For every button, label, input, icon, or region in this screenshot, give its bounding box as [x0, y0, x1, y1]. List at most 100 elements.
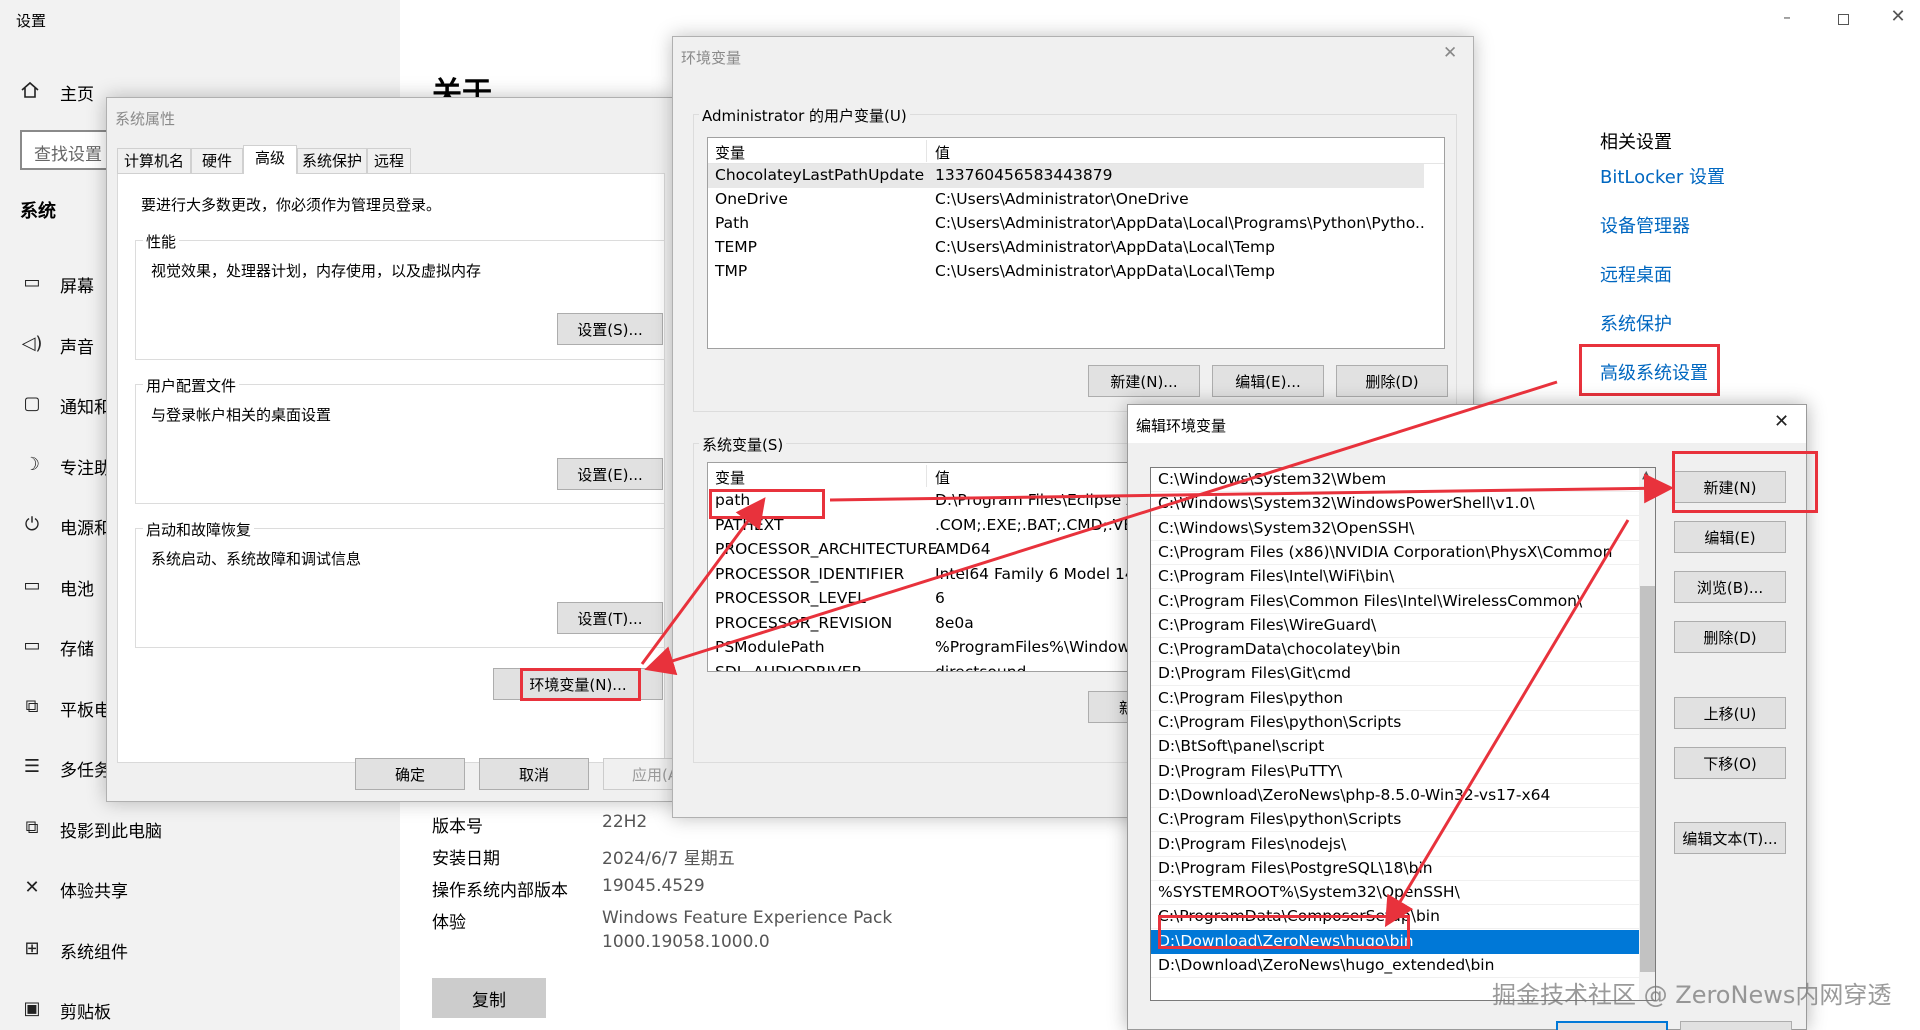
user-new-button[interactable]: 新建(N)... — [1088, 365, 1200, 397]
scroll-up-icon[interactable]: ▲ — [1642, 468, 1650, 481]
tab-0[interactable]: 计算机名 — [117, 148, 191, 174]
path-entry: C:\Program Files\python\Scripts — [1158, 810, 1402, 829]
edit-env-close-icon[interactable]: ✕ — [1774, 411, 1789, 432]
close-icon[interactable]: ✕ — [1878, 6, 1918, 30]
maximize-icon[interactable] — [1823, 8, 1863, 32]
path-entry: C:\ProgramData\chocolatey\bin — [1158, 640, 1401, 659]
profiles-settings-button[interactable]: 设置(E)... — [557, 458, 663, 490]
edit-env-button-5[interactable]: 下移(O) — [1674, 747, 1786, 779]
list-item[interactable]: C:\Program Files\Intel\WiFi\bin\ — [1151, 565, 1639, 590]
minimize-icon[interactable]: – — [1767, 8, 1807, 32]
tab-1[interactable]: 硬件 — [191, 148, 243, 174]
path-entry: D:\Download\ZeroNews\hugo_extended\bin — [1158, 956, 1495, 974]
user-vars-table[interactable]: 变量 值 ChocolateyLastPathUpdate 13376045658… — [707, 137, 1445, 349]
related-link[interactable]: 远程桌面 — [1600, 261, 1672, 287]
spec-value: 19045.4529 — [602, 876, 705, 896]
system-vars-title: 系统变量(S) — [699, 434, 787, 455]
edit-env-cancel-button[interactable]: 取消 — [1680, 1021, 1792, 1030]
list-item[interactable]: D:\Program Files\nodejs\ — [1151, 833, 1639, 857]
list-item[interactable]: D:\Program Files\PostgreSQL\18\bin — [1151, 857, 1639, 881]
related-link[interactable]: 系统保护 — [1600, 310, 1672, 336]
var-name: PSModulePath — [715, 638, 825, 656]
edit-env-title: 编辑环境变量 — [1136, 417, 1227, 435]
sysprops-tabs: 计算机名 硬件 高级 系统保护 远程 — [117, 145, 657, 174]
table-row[interactable]: TEMP C:\Users\Administrator\AppData\Local… — [708, 236, 1424, 260]
components-icon: ⊞ — [24, 937, 40, 959]
sysprops-ok-button[interactable]: 确定 — [355, 758, 465, 790]
list-item[interactable]: C:\ProgramData\ComposerSetup\bin — [1151, 905, 1639, 930]
edit-env-button-6[interactable]: 编辑文本(T)... — [1674, 822, 1786, 854]
sysprops-cancel-button[interactable]: 取消 — [479, 758, 589, 790]
col-val-header: 值 — [935, 144, 951, 162]
sidebar-section-title: 系统 — [20, 201, 56, 222]
environment-variables-button[interactable]: 环境变量(N)... — [493, 668, 663, 700]
tab-2[interactable]: 高级 — [243, 145, 297, 174]
user-delete-button[interactable]: 删除(D) — [1336, 365, 1448, 397]
table-row[interactable]: TMP C:\Users\Administrator\AppData\Local\… — [708, 260, 1424, 284]
edit-env-button-3[interactable]: 删除(D) — [1674, 621, 1786, 653]
performance-desc: 视觉效果，处理器计划，内存使用，以及虚拟内存 — [151, 262, 482, 280]
var-value: C:\Users\Administrator\AppData\Local\Tem… — [935, 262, 1275, 280]
envvars-close-icon[interactable]: ✕ — [1443, 43, 1457, 63]
list-item[interactable]: C:\Program Files\Common Files\Intel\Wire… — [1151, 590, 1639, 614]
list-item[interactable]: C:\Program Files\WireGuard\ — [1151, 614, 1639, 638]
edit-env-button-4[interactable]: 上移(U) — [1674, 697, 1786, 729]
edit-env-ok-button[interactable]: 确定 — [1556, 1021, 1668, 1030]
tab-4[interactable]: 远程 — [367, 148, 411, 174]
path-list[interactable]: C:\Windows\System32\Wbem C:\Windows\Syste… — [1150, 467, 1656, 1001]
edit-env-titlebar — [1128, 405, 1806, 443]
related-link[interactable]: BitLocker 设置 — [1600, 163, 1725, 189]
list-item[interactable]: C:\Windows\System32\Wbem — [1151, 468, 1639, 492]
list-item[interactable]: C:\ProgramData\chocolatey\bin — [1151, 638, 1639, 663]
path-entry: D:\Program Files\PuTTY\ — [1158, 761, 1343, 780]
var-name: TMP — [715, 262, 748, 280]
search-input[interactable]: 查找设置 — [34, 140, 102, 165]
home-icon — [21, 81, 39, 98]
copy-button[interactable]: 复制 — [432, 978, 546, 1018]
startup-settings-button[interactable]: 设置(T)... — [557, 602, 663, 634]
table-row[interactable]: ChocolateyLastPathUpdate 1337604565834438… — [708, 164, 1424, 188]
list-item[interactable]: C:\Windows\System32\WindowsPowerShell\v1… — [1151, 492, 1639, 517]
user-edit-button[interactable]: 编辑(E)... — [1212, 365, 1324, 397]
sidebar-item-label: 投影到此电脑 — [60, 821, 162, 842]
path-list-scrollbar[interactable]: ▲ — [1639, 468, 1655, 1000]
list-item[interactable]: C:\Program Files (x86)\NVIDIA Corporatio… — [1151, 541, 1639, 565]
list-item[interactable]: C:\Windows\System32\OpenSSH\ — [1151, 517, 1639, 541]
list-item[interactable]: D:\Download\ZeroNews\hugo\bin — [1151, 929, 1639, 954]
var-value: 8e0a — [935, 613, 974, 632]
sidebar-item[interactable]: ⧉ 投影到此电脑 — [0, 811, 400, 847]
spec-label: 体验 — [432, 913, 466, 933]
table-row[interactable]: OneDrive C:\Users\Administrator\OneDrive — [708, 188, 1424, 212]
list-item[interactable]: C:\Program Files\python\Scripts — [1151, 808, 1639, 833]
list-item[interactable]: D:\BtSoft\panel\script — [1151, 735, 1639, 760]
settings-title: 设置 — [16, 12, 47, 30]
sidebar-item[interactable]: ⊞ 系统组件 — [0, 932, 400, 968]
performance-title: 性能 — [143, 231, 180, 252]
edit-env-button-2[interactable]: 浏览(B)... — [1674, 571, 1786, 603]
speaker-icon: ◁) — [21, 332, 43, 354]
list-item[interactable]: C:\Program Files\python\Scripts — [1151, 711, 1639, 735]
scroll-thumb[interactable] — [1640, 586, 1655, 972]
performance-settings-button[interactable]: 设置(S)... — [557, 313, 663, 345]
sidebar-item[interactable]: ✕ 体验共享 — [0, 871, 400, 907]
path-entry: C:\Program Files\python — [1158, 688, 1344, 707]
related-link[interactable]: 设备管理器 — [1600, 212, 1690, 238]
related-link[interactable]: 高级系统设置 — [1600, 359, 1708, 385]
path-entry: C:\ProgramData\ComposerSetup\bin — [1158, 907, 1440, 926]
list-item[interactable]: D:\Program Files\Git\cmd — [1151, 662, 1639, 687]
list-item[interactable]: D:\Program Files\PuTTY\ — [1151, 760, 1639, 784]
tab-3[interactable]: 系统保护 — [297, 148, 367, 174]
table-row[interactable]: Path C:\Users\Administrator\AppData\Local… — [708, 212, 1424, 236]
sys-col-var-header: 变量 — [715, 469, 746, 487]
sidebar-item-label: 专注助 — [60, 458, 111, 479]
list-item[interactable]: D:\Download\ZeroNews\php-8.5.0-Win32-vs1… — [1151, 784, 1639, 808]
sidebar-item-label: 系统组件 — [60, 942, 128, 963]
sidebar-item-label: 电池 — [60, 579, 94, 600]
edit-env-button-0[interactable]: 新建(N) — [1674, 471, 1786, 503]
edit-env-button-1[interactable]: 编辑(E) — [1674, 521, 1786, 553]
user-vars-header: 变量 值 — [708, 138, 1444, 164]
sidebar-item[interactable]: ▣ 剪贴板 — [0, 992, 400, 1028]
list-item[interactable]: %SYSTEMROOT%\System32\OpenSSH\ — [1151, 881, 1639, 906]
list-item[interactable]: C:\Program Files\python — [1151, 687, 1639, 711]
sidebar-item-label: 存储 — [60, 640, 94, 660]
